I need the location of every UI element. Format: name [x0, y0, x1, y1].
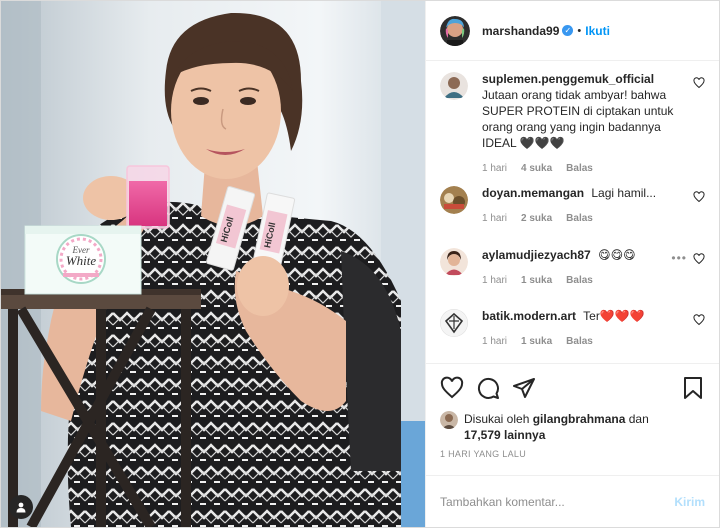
- heart-icon[interactable]: [440, 376, 464, 400]
- comment-like-heart-icon[interactable]: [693, 191, 705, 203]
- comment-likes[interactable]: 1 suka: [521, 334, 552, 350]
- comments-list: suplemen.penggemuk_official Jutaan orang…: [426, 61, 719, 363]
- comment-likes[interactable]: 4 suka: [521, 161, 552, 177]
- reply-button[interactable]: Balas: [566, 211, 593, 227]
- post-timestamp[interactable]: 1 HARI YANG LALU: [426, 443, 719, 469]
- comment-text: Jutaan orang tidak ambyar! bahwa SUPER P…: [482, 88, 674, 150]
- comment-username[interactable]: aylamudjiezyach87: [482, 248, 591, 262]
- author-avatar[interactable]: [440, 15, 470, 46]
- comment-username[interactable]: suplemen.penggemuk_official: [482, 72, 654, 86]
- header-separator: •: [577, 24, 582, 37]
- box-brand-line2: White: [66, 253, 97, 268]
- post-side-panel: marshanda99 ✓ • Ikuti suplemen.penggemuk…: [425, 1, 719, 527]
- comment-time[interactable]: 1 hari: [482, 273, 507, 289]
- user-tag-icon: [16, 502, 26, 513]
- comment-time[interactable]: 1 hari: [482, 211, 507, 227]
- comment-username[interactable]: doyan.memangan: [482, 186, 584, 200]
- likes-count[interactable]: 17,579 lainnya: [464, 428, 545, 442]
- add-comment-bar: Kirim: [426, 475, 719, 527]
- commenter-avatar[interactable]: [440, 309, 468, 337]
- comment-icon[interactable]: [476, 376, 500, 400]
- comment-time[interactable]: 1 hari: [482, 161, 507, 177]
- comment-username[interactable]: batik.modern.art: [482, 309, 576, 323]
- post-header: marshanda99 ✓ • Ikuti: [426, 1, 719, 61]
- comment-like-heart-icon[interactable]: [693, 314, 705, 326]
- commenter-avatar[interactable]: [440, 248, 468, 276]
- comment-likes[interactable]: 1 suka: [521, 273, 552, 289]
- comment-item: doyan.memangan Lagi hamil... 1 hari 2 su…: [440, 185, 705, 247]
- comment-like-heart-icon[interactable]: [693, 253, 705, 265]
- comment-item: batik.modern.art Ter❤️❤️❤️ 1 hari 1 suka…: [440, 308, 705, 363]
- reply-button[interactable]: Balas: [566, 161, 593, 177]
- commenter-avatar[interactable]: [440, 186, 468, 214]
- comment-text: Ter❤️❤️❤️: [583, 309, 645, 323]
- follow-button[interactable]: Ikuti: [585, 24, 610, 38]
- post-photo[interactable]: HiColl HiColl Ever White: [1, 1, 425, 527]
- liker-username[interactable]: gilangbrahmana: [533, 412, 626, 426]
- comment-likes[interactable]: 2 suka: [521, 211, 552, 227]
- instagram-post: HiColl HiColl Ever White marshanda99 ✓ •…: [0, 0, 720, 528]
- share-icon[interactable]: [512, 376, 536, 400]
- reply-button[interactable]: Balas: [566, 334, 593, 350]
- likes-prefix: Disukai oleh: [464, 412, 530, 426]
- reply-button[interactable]: Balas: [566, 273, 593, 289]
- comment-input[interactable]: [440, 494, 675, 509]
- author-username[interactable]: marshanda99: [482, 24, 559, 38]
- likes-summary: Disukai oleh gilangbrahmana dan 17,579 l…: [426, 411, 719, 443]
- commenter-avatar[interactable]: [440, 72, 468, 100]
- post-comment-button[interactable]: Kirim: [674, 495, 705, 509]
- liker-avatar[interactable]: [440, 411, 458, 429]
- user-tag-button[interactable]: [9, 495, 33, 519]
- likes-joiner: dan: [628, 412, 649, 426]
- comment-item: aylamudjiezyach87 😋😋😋 1 hari 1 suka Bala…: [440, 247, 705, 308]
- comment-text: Lagi hamil...: [591, 186, 657, 200]
- bookmark-icon[interactable]: [681, 376, 705, 400]
- verified-icon: ✓: [562, 25, 574, 36]
- comment-like-heart-icon[interactable]: [693, 77, 705, 89]
- comment-text: 😋😋😋: [598, 248, 636, 262]
- post-photo-illustration: HiColl HiColl Ever White: [1, 1, 425, 527]
- post-actions-bar: [426, 363, 719, 411]
- comment-item: suplemen.penggemuk_official Jutaan orang…: [440, 71, 705, 185]
- comment-time[interactable]: 1 hari: [482, 334, 507, 350]
- more-icon[interactable]: •••: [671, 251, 687, 265]
